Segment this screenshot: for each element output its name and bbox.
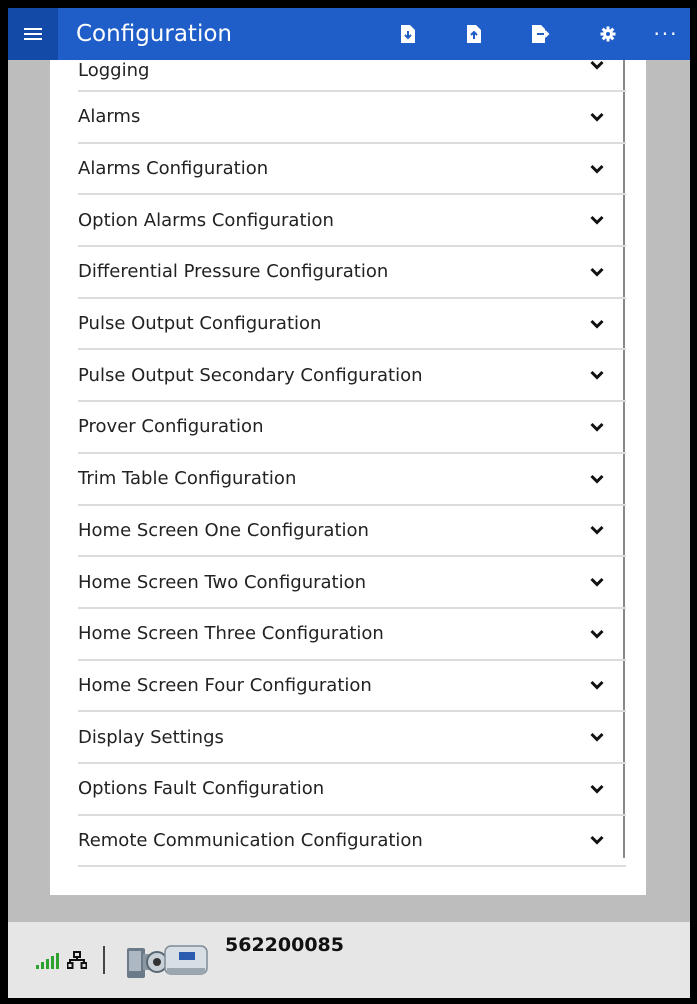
page-title: Configuration	[76, 21, 232, 47]
section-row-logging[interactable]: Logging	[78, 60, 626, 92]
section-list: Logging Alarms Alarms Configuration Opti…	[78, 60, 626, 868]
chevron-down-icon	[590, 474, 604, 484]
chevron-down-icon	[590, 732, 604, 742]
section-row-home-screen-three-configuration[interactable]: Home Screen Three Configuration	[78, 609, 626, 661]
section-row-display-settings[interactable]: Display Settings	[78, 712, 626, 764]
device-image	[127, 945, 208, 978]
section-label: Home Screen One Configuration	[78, 519, 369, 541]
section-label: Trim Table Configuration	[78, 468, 297, 490]
status-bar: 562200085	[8, 922, 690, 998]
section-row-home-screen-two-configuration[interactable]: Home Screen Two Configuration	[78, 557, 626, 609]
section-row-alarms-configuration[interactable]: Alarms Configuration	[78, 144, 626, 196]
chevron-down-icon	[590, 215, 604, 225]
more-icon: ···	[653, 22, 679, 46]
section-label: Differential Pressure Configuration	[78, 261, 389, 283]
chevron-down-icon	[590, 267, 604, 277]
chevron-down-icon	[590, 577, 604, 587]
upload-button[interactable]	[456, 8, 492, 60]
gear-icon	[600, 26, 616, 42]
chevron-down-icon	[590, 60, 604, 70]
section-row-home-screen-one-configuration[interactable]: Home Screen One Configuration	[78, 506, 626, 558]
settings-button[interactable]	[590, 8, 626, 60]
app-window: Configuration ··· Logging Alarms Alarms …	[8, 8, 690, 998]
section-label: Alarms Configuration	[78, 158, 269, 180]
section-row-differential-pressure-configuration[interactable]: Differential Pressure Configuration	[78, 247, 626, 299]
section-row-trim-table-configuration[interactable]: Trim Table Configuration	[78, 454, 626, 506]
section-row-options-fault-configuration[interactable]: Options Fault Configuration	[78, 764, 626, 816]
section-label: Home Screen Four Configuration	[78, 674, 372, 696]
section-label: Display Settings	[78, 726, 224, 748]
file-download-icon	[401, 25, 415, 43]
section-row-alarms[interactable]: Alarms	[78, 92, 626, 144]
chevron-down-icon	[590, 525, 604, 535]
configuration-panel: Logging Alarms Alarms Configuration Opti…	[50, 60, 646, 895]
chevron-down-icon	[590, 629, 604, 639]
section-label: Home Screen Two Configuration	[78, 571, 367, 593]
section-row-pulse-output-configuration[interactable]: Pulse Output Configuration	[78, 299, 626, 351]
section-label: Pulse Output Secondary Configuration	[78, 364, 423, 386]
chevron-down-icon	[590, 835, 604, 846]
chevron-down-icon	[590, 370, 604, 380]
section-label: Option Alarms Configuration	[78, 209, 334, 231]
section-row-home-screen-four-configuration[interactable]: Home Screen Four Configuration	[78, 661, 626, 713]
menu-button[interactable]	[8, 8, 58, 60]
device-serial: 562200085	[225, 934, 344, 956]
file-export-icon	[532, 25, 550, 43]
chevron-down-icon	[590, 319, 604, 329]
section-label: Home Screen Three Configuration	[78, 623, 384, 645]
chevron-down-icon	[590, 680, 604, 691]
network-icon	[67, 951, 87, 969]
chevron-down-icon	[590, 784, 604, 794]
menu-icon	[24, 28, 42, 40]
title-bar: Configuration ···	[8, 8, 690, 60]
section-row-pulse-output-secondary-configuration[interactable]: Pulse Output Secondary Configuration	[78, 350, 626, 403]
chevron-down-icon	[590, 164, 604, 174]
section-row-remote-communication-configuration[interactable]: Remote Communication Configuration	[78, 816, 626, 868]
signal-strength-icon	[36, 951, 59, 969]
section-label: Remote Communication Configuration	[78, 829, 423, 851]
chevron-down-icon	[590, 112, 604, 122]
section-label: Pulse Output Configuration	[78, 313, 322, 335]
divider	[103, 946, 105, 974]
download-button[interactable]	[390, 8, 426, 60]
section-label: Options Fault Configuration	[78, 778, 325, 800]
section-label: Prover Configuration	[78, 416, 264, 438]
file-upload-icon	[467, 25, 481, 43]
section-label: Alarms	[78, 106, 141, 128]
section-label: Logging	[78, 60, 150, 81]
chevron-down-icon	[590, 422, 604, 432]
section-row-prover-configuration[interactable]: Prover Configuration	[78, 402, 626, 454]
more-button[interactable]: ···	[648, 8, 684, 60]
section-row-option-alarms-configuration[interactable]: Option Alarms Configuration	[78, 195, 626, 248]
export-button[interactable]	[523, 8, 559, 60]
